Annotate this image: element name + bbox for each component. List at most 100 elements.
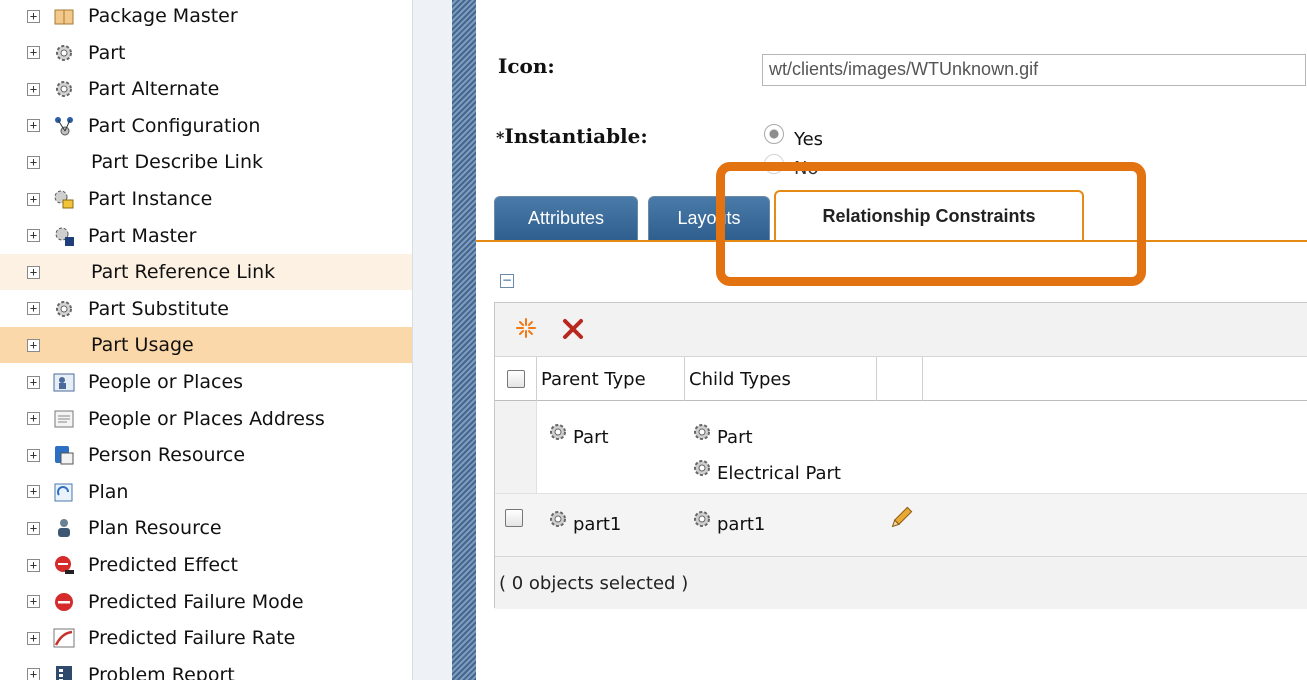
- expand-icon[interactable]: +: [27, 265, 40, 279]
- type-tree: + Package Master + Part + Part Alternate + Part…: [0, 0, 412, 680]
- configuration-icon: [53, 115, 75, 137]
- child-type-label: Part: [717, 427, 753, 448]
- child-type-label: Electrical Part: [717, 463, 841, 484]
- parent-type-label: part1: [573, 514, 622, 535]
- tree-item-part-master[interactable]: + Part Master: [0, 218, 412, 254]
- tree-item-label: Plan Resource: [88, 517, 222, 540]
- tree-item-predicted-failure-mode[interactable]: + Predicted Failure Mode: [0, 584, 412, 620]
- tree-item-problem-report[interactable]: + Problem Report: [0, 657, 412, 680]
- tab-layouts[interactable]: Layouts: [648, 196, 770, 240]
- icon-label: Icon:: [498, 54, 555, 78]
- master-icon: [53, 225, 75, 247]
- expand-icon[interactable]: +: [27, 119, 40, 133]
- expand-icon[interactable]: +: [27, 668, 40, 680]
- child-type-cell: part1: [691, 508, 765, 535]
- table-row[interactable]: part1 part1: [495, 493, 1307, 557]
- tree-item-label: Person Resource: [88, 444, 246, 467]
- parent-type-label: Part: [573, 427, 609, 448]
- instantiable-yes-label: Yes: [794, 129, 824, 150]
- gear-icon: [691, 457, 713, 484]
- tree-item-part-usage[interactable]: + Part Usage: [0, 327, 412, 364]
- collapse-icon[interactable]: −: [500, 274, 514, 288]
- plan-icon: [53, 481, 75, 503]
- expand-icon[interactable]: +: [27, 229, 40, 243]
- expand-icon[interactable]: +: [27, 82, 40, 96]
- child-type-label: part1: [717, 514, 766, 535]
- child-type-cell: Part: [691, 421, 753, 448]
- tree-item-predicted-failure-rate[interactable]: + Predicted Failure Rate: [0, 620, 412, 656]
- expand-icon[interactable]: +: [27, 46, 40, 60]
- icon-path-field[interactable]: wt/clients/images/WTUnknown.gif: [762, 54, 1306, 86]
- gear-icon: [547, 421, 569, 448]
- expand-icon[interactable]: +: [27, 595, 40, 609]
- effect-icon: [53, 554, 75, 576]
- tree-item-label: Part Describe Link: [91, 151, 264, 174]
- expand-icon[interactable]: +: [27, 302, 40, 316]
- tab-underline: [476, 240, 1307, 242]
- tree-item-predicted-effect[interactable]: + Predicted Effect: [0, 547, 412, 583]
- gear-icon: [691, 421, 713, 448]
- expand-icon[interactable]: +: [27, 485, 40, 499]
- parent-type-cell: part1: [547, 508, 621, 535]
- tree-item-label: People or Places: [88, 371, 244, 393]
- tab-attributes[interactable]: Attributes: [494, 196, 638, 240]
- new-constraint-icon[interactable]: [515, 317, 537, 344]
- select-all-checkbox[interactable]: [506, 370, 525, 388]
- expand-icon[interactable]: +: [27, 9, 40, 23]
- tree-item-plan-resource[interactable]: + Plan Resource: [0, 510, 412, 546]
- tab-relationship-constraints[interactable]: Relationship Constraints: [774, 190, 1084, 240]
- tree-item-part-alternate[interactable]: + Part Alternate: [0, 71, 412, 107]
- gear-icon: [691, 508, 713, 535]
- tree-item-part-reference-link[interactable]: + Part Reference Link: [0, 254, 412, 291]
- type-details-panel: Icon: wt/clients/images/WTUnknown.gif *I…: [476, 0, 1307, 680]
- selection-status: ( 0 objects selected ): [495, 557, 1307, 609]
- column-header-parent-type[interactable]: Parent Type: [537, 357, 685, 401]
- table-row[interactable]: Part Part Electrical Part: [495, 401, 1307, 493]
- tree-item-part-substitute[interactable]: + Part Substitute: [0, 291, 412, 327]
- tree-item-people-or-places-address[interactable]: + People or Places Address: [0, 401, 412, 437]
- instantiable-yes-radio[interactable]: [764, 124, 784, 144]
- tree-item-label: Package Master: [88, 5, 238, 27]
- expand-icon[interactable]: +: [27, 338, 40, 352]
- expand-icon[interactable]: +: [27, 155, 40, 169]
- expand-icon[interactable]: +: [27, 192, 40, 206]
- expand-icon[interactable]: +: [27, 631, 40, 645]
- tree-item-label: Predicted Failure Rate: [88, 627, 296, 650]
- delete-icon[interactable]: [561, 317, 585, 346]
- parent-type-cell: Part: [547, 421, 609, 448]
- tree-item-part[interactable]: + Part: [0, 35, 412, 71]
- tree-item-label: Plan: [88, 480, 129, 503]
- gear-icon: [53, 298, 75, 320]
- expand-icon[interactable]: +: [27, 558, 40, 572]
- tree-item-label: Predicted Effect: [88, 554, 238, 576]
- instantiable-no-option[interactable]: No: [764, 154, 924, 186]
- table-toolbar: [495, 303, 1307, 357]
- edit-pencil-icon[interactable]: [887, 504, 915, 537]
- row-checkbox[interactable]: [505, 509, 523, 527]
- panel-splitter[interactable]: [452, 0, 476, 680]
- gear-icon: [53, 42, 75, 64]
- expand-icon[interactable]: +: [27, 412, 40, 426]
- tree-panel-gutter: [412, 0, 452, 680]
- expand-icon[interactable]: +: [27, 375, 40, 389]
- tree-item-package-master[interactable]: + Package Master: [0, 0, 412, 34]
- tree-item-part-instance[interactable]: + Part Instance: [0, 181, 412, 217]
- relationship-constraints-table: Parent Type Child Types Part Part Electr…: [494, 302, 1307, 609]
- tree-item-label: Predicted Failure Mode: [88, 590, 304, 613]
- tree-item-people-or-places[interactable]: + People or Places: [0, 364, 412, 400]
- child-type-cell: Electrical Part: [691, 457, 841, 484]
- expand-icon[interactable]: +: [27, 448, 40, 462]
- table-header: Parent Type Child Types: [495, 357, 1307, 401]
- tree-item-person-resource[interactable]: + Person Resource: [0, 437, 412, 473]
- tree-item-label: Part Instance: [88, 188, 213, 210]
- tree-item-part-describe-link[interactable]: + Part Describe Link: [0, 144, 412, 180]
- instantiable-no-radio[interactable]: [764, 154, 784, 174]
- tree-item-label: Part Reference Link: [91, 261, 276, 284]
- person-resource-icon: [53, 444, 75, 466]
- expand-icon[interactable]: +: [27, 521, 40, 535]
- tree-item-part-configuration[interactable]: + Part Configuration: [0, 108, 412, 144]
- column-header-child-types[interactable]: Child Types: [685, 357, 877, 401]
- package-icon: [53, 5, 75, 27]
- tree-item-plan[interactable]: + Plan: [0, 474, 412, 510]
- user-icon: [53, 517, 75, 539]
